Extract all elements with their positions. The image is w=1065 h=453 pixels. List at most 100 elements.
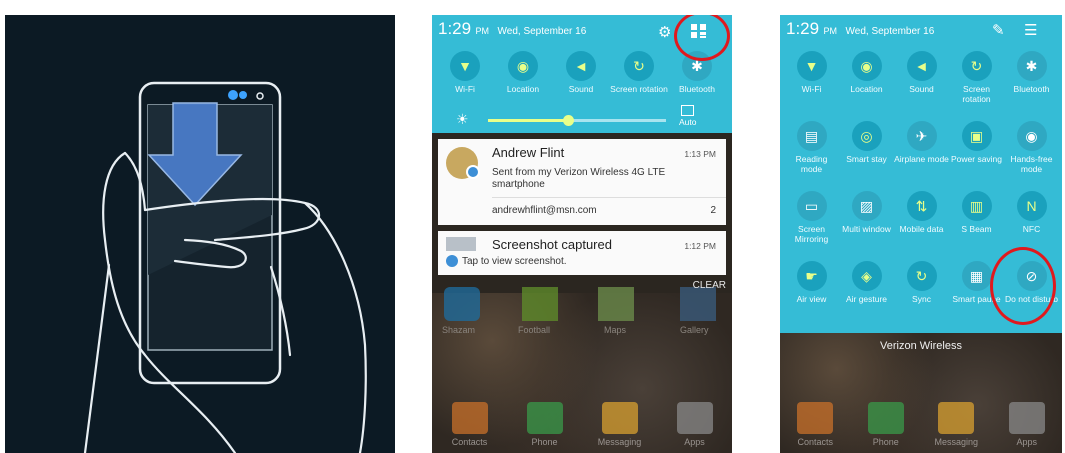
screen-mirroring-icon: ▭ [796,191,827,221]
phone-icon [526,402,563,434]
rotation-icon: ↻ [961,51,992,81]
dock-item-phone[interactable]: Phone [858,402,914,447]
toggle-bluetooth[interactable]: ✱ Bluetooth [1004,51,1059,94]
home-app-row: Shazam Football Maps Gallery [432,283,732,353]
toggle-label: Mobile data [899,224,944,234]
dock-label: Phone [872,437,899,447]
toggle-smart-stay[interactable]: ◎ Smart stay [839,121,894,164]
toggle-label: NFC [1022,224,1041,234]
toggle-sync[interactable]: ↻ Sync [894,261,949,304]
dock-label: Messaging [934,437,979,447]
app-label-football: Football [518,325,551,335]
toggle-label: Smart stay [846,154,887,164]
toggle-rotation[interactable]: ↻ Screen rotation [949,51,1004,104]
notification-body: Sent from my Verizon Wireless 4G LTE sma… [492,167,666,190]
status-ampm: PM [475,26,490,36]
contacts-icon [797,402,834,434]
screenshot-thumbnail [446,237,476,251]
toggle-hands-free[interactable]: ◉ Hands-free mode [1004,121,1059,174]
toggle-label: Screen rotation [610,84,668,94]
toggle-label: Bluetooth [1013,84,1050,94]
toggle-label: Location [506,84,540,94]
app-label-shazam: Shazam [442,325,476,335]
rotation-icon: ↻ [624,51,654,81]
quick-toggle-row: ▼ Wi-Fi ◉ Location ◄ Sound ↻ Screen rotation ✱ Bl… [436,51,726,94]
toggle-rotation[interactable]: ↻ Screen rotation [610,51,668,94]
toggle-air-gesture[interactable]: ◈ Air gesture [839,261,894,304]
sync-icon: ↻ [906,261,937,291]
shazam-icon[interactable] [444,287,480,321]
toggle-airplane[interactable]: ✈ Airplane mode [894,121,949,164]
auto-brightness-icon [681,105,695,116]
toggle-s-beam[interactable]: ▥ S Beam [949,191,1004,234]
location-icon: ◉ [851,51,882,81]
toggle-wifi[interactable]: ▼ Wi-Fi [784,51,839,94]
toggle-label: Sound [909,84,934,94]
dock-item-messaging[interactable]: Messaging [928,402,984,447]
toggle-mobile-data[interactable]: ⇅ Mobile data [894,191,949,234]
toggle-power-saving[interactable]: ▣ Power saving [949,121,1004,164]
clear-button[interactable]: CLEAR [693,280,726,291]
toggle-label: Wi-Fi [455,84,475,94]
hands-free-icon: ◉ [1016,121,1047,151]
toggle-label: Air gesture [845,294,888,304]
dock-item-phone[interactable]: Phone [517,402,573,447]
apps-icon [1008,402,1045,434]
toggle-reading-mode[interactable]: ▤ Reading mode [784,121,839,174]
edit-pencil-icon[interactable]: ✎ [992,21,1005,39]
notification-card-screenshot[interactable]: Screenshot captured 1:12 PM Tap to view … [438,231,726,275]
notification-panel-screen: 1:29 PM Wed, September 16 ⚙ ▼ Wi-Fi ◉ Locat… [432,15,732,453]
dock: Contacts Phone Messaging Apps [432,402,732,447]
hand-holding-phone-drawing [83,81,367,453]
toggle-label: Reading mode [795,154,828,174]
toggle-sound[interactable]: ◄ Sound [894,51,949,94]
notification-title: Screenshot captured [492,237,612,252]
list-view-icon[interactable]: ☰ [1024,21,1037,39]
toggle-label: Screen rotation [962,84,991,104]
phone-icon [867,402,904,434]
brightness-icon: ☀ [456,111,469,127]
notification-card-message[interactable]: Andrew Flint 1:13 PM Sent from my Verizo… [438,139,726,225]
auto-brightness-label: Auto [679,117,697,127]
toggle-location[interactable]: ◉ Location [494,51,552,94]
gallery-icon[interactable] [680,287,716,321]
status-time: 1:29 [786,19,820,38]
toggle-label: Screen Mirroring [794,224,829,244]
maps-icon[interactable] [598,287,634,321]
dock-item-apps[interactable]: Apps [999,402,1055,447]
toggle-label: Hands-free mode [1010,154,1053,174]
notification-count: 2 [710,205,716,216]
gear-icon[interactable]: ⚙ [658,23,671,41]
sound-icon: ◄ [566,51,596,81]
messaging-icon [601,402,638,434]
dock-item-contacts[interactable]: Contacts [787,402,843,447]
status-bar: 1:29 PM Wed, September 16 [786,19,934,39]
football-icon[interactable] [522,287,558,321]
toggle-location[interactable]: ◉ Location [839,51,894,94]
notification-title: Andrew Flint [492,145,565,160]
wifi-icon: ▼ [450,51,480,81]
dock-item-messaging[interactable]: Messaging [592,402,648,447]
toggle-label: Multi window [842,224,891,234]
toggle-nfc[interactable]: N NFC [1004,191,1059,234]
messaging-icon [938,402,975,434]
toggle-screen-mirroring[interactable]: ▭ Screen Mirroring [784,191,839,244]
notification-sender: andrewhflint@msn.com [492,205,597,216]
brightness-slider-knob[interactable] [563,115,575,126]
auto-brightness-toggle[interactable]: Auto [679,105,697,127]
toggle-wifi[interactable]: ▼ Wi-Fi [436,51,494,94]
location-icon: ◉ [508,51,538,81]
dock-label: Apps [684,437,705,447]
dock-item-apps[interactable]: Apps [667,402,723,447]
quick-settings-screen: 1:29 PM Wed, September 16 ✎ ☰ ▼ Wi-Fi ◉ Loc… [780,15,1062,453]
toggle-sound[interactable]: ◄ Sound [552,51,610,94]
wifi-icon: ▼ [796,51,827,81]
toggle-multi-window[interactable]: ▨ Multi window [839,191,894,234]
toggle-air-view[interactable]: ☛ Air view [784,261,839,304]
brightness-slider[interactable] [488,115,666,126]
gallery-badge-icon [446,255,458,267]
status-bar: 1:29 PM Wed, September 16 [438,19,586,39]
toggle-label: Wi-Fi [801,84,822,94]
dock-item-contacts[interactable]: Contacts [442,402,498,447]
dock: Contacts Phone Messaging Apps [780,402,1062,447]
